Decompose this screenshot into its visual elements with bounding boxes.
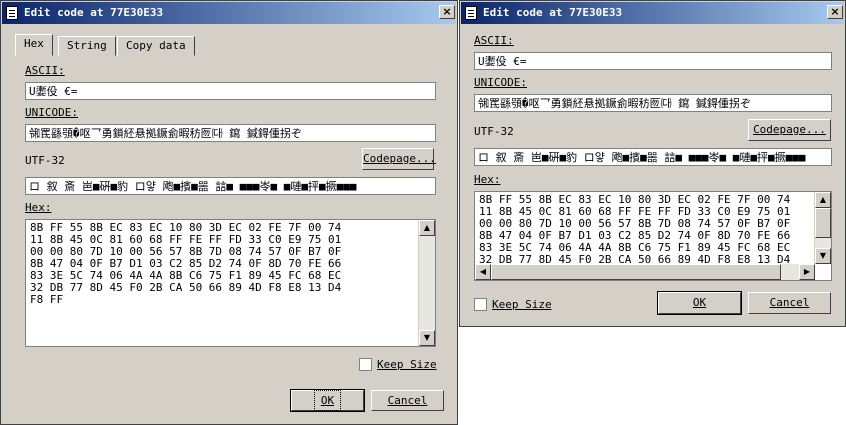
arrow-up-icon: ▲ [423, 223, 431, 232]
app-icon [465, 6, 477, 20]
hex-vertical-scrollbar[interactable]: ▲ ▼ [418, 220, 435, 346]
ascii-field[interactable]: U嬱伇 €= [25, 82, 436, 100]
close-icon: × [830, 5, 840, 18]
codepage-button[interactable]: Codepage... [362, 148, 436, 170]
close-button[interactable]: × [439, 5, 455, 19]
ok-button[interactable]: OK [657, 291, 742, 315]
close-button[interactable]: × [827, 5, 843, 19]
ok-button[interactable]: OK [290, 389, 365, 412]
arrow-left-icon: ◀ [479, 267, 487, 276]
unicode-field[interactable]: ㋿䍕繇䪽�呕乛勇鎖䋔悬拠鐝侴暇䄱匢㈐ 䥱 鍼鍀偅拐ぞ [25, 124, 436, 142]
arrow-up-icon: ▲ [819, 195, 827, 204]
keep-size-checkbox[interactable] [359, 358, 372, 371]
hex-label: Hex: [474, 173, 501, 186]
scroll-up-button[interactable]: ▲ [419, 220, 435, 236]
arrow-down-icon: ▼ [819, 251, 827, 260]
keep-size-label: Keep Size [377, 358, 437, 371]
arrow-right-icon: ▶ [803, 267, 811, 276]
utf32-field[interactable]: ロ 叙 斎 岜■硏■豹 ロ얗 飑■擯■噐 誩■ ■■■岺■ ■嗹■抨■撅■■■ [25, 177, 436, 195]
scroll-right-button[interactable]: ▶ [799, 264, 815, 280]
unicode-label: UNICODE: [25, 106, 78, 119]
scroll-up-button[interactable]: ▲ [815, 192, 831, 208]
tab-string[interactable]: String [58, 36, 116, 56]
ascii-label: ASCII: [474, 34, 514, 47]
dialog-title: Edit code at 77E30E33 [24, 6, 164, 19]
hex-text: 8B FF 55 8B EC 83 EC 10 80 3D EC 02 FE 7… [30, 221, 342, 306]
utf32-label: UTF-32 [474, 125, 514, 138]
keep-size-label: Keep Size [492, 298, 552, 311]
hex-label: Hex: [25, 201, 52, 214]
ascii-field[interactable]: U嬱伇 €= [474, 52, 832, 70]
utf32-field[interactable]: ロ 叙 斎 岜■硏■豹 ロ얗 飑■擯■噐 誩■ ■■■岺■ ■嗹■抨■撅■■■ [474, 148, 832, 166]
unicode-label: UNICODE: [474, 76, 527, 89]
dialog-title: Edit code at 77E30E33 [483, 6, 623, 19]
ascii-label: ASCII: [25, 64, 65, 77]
hex-horizontal-scrollbar[interactable]: ◀ ▶ [475, 264, 815, 280]
cancel-button[interactable]: Cancel [748, 292, 831, 314]
scroll-left-button[interactable]: ◀ [475, 264, 491, 280]
cancel-button[interactable]: Cancel [371, 390, 444, 411]
title-bar[interactable]: Edit code at 77E30E33 × [461, 2, 844, 24]
title-bar[interactable]: Edit code at 77E30E33 × [2, 2, 456, 24]
edit-code-dialog-right: Edit code at 77E30E33 × ASCII: U嬱伇 €= UN… [459, 0, 846, 327]
close-icon: × [442, 5, 452, 18]
scroll-down-button[interactable]: ▼ [419, 330, 435, 346]
arrow-down-icon: ▼ [423, 333, 431, 342]
horizontal-scroll-thumb[interactable] [491, 264, 781, 280]
hex-vertical-scrollbar[interactable]: ▲ ▼ [814, 192, 831, 264]
app-icon [6, 6, 18, 20]
hex-editor[interactable]: 8B FF 55 8B EC 83 EC 10 80 3D EC 02 FE 7… [474, 191, 832, 281]
utf32-label: UTF-32 [25, 154, 65, 167]
codepage-button[interactable]: Codepage... [748, 119, 831, 141]
keep-size-checkbox[interactable] [474, 298, 487, 311]
hex-text: 8B FF 55 8B EC 83 EC 10 80 3D EC 02 FE 7… [479, 193, 791, 266]
edit-code-dialog-left: Edit code at 77E30E33 × Hex String Copy … [0, 0, 458, 425]
tab-hex[interactable]: Hex [15, 34, 53, 56]
hex-editor[interactable]: 8B FF 55 8B EC 83 EC 10 80 3D EC 02 FE 7… [25, 219, 436, 347]
scroll-down-button[interactable]: ▼ [815, 248, 831, 264]
unicode-field[interactable]: ㋿䍕繇䪽�呕乛勇鎖䋔悬拠鐝侴暇䄱匢㈐ 䥱 鍼鍀偅拐ぞ [474, 94, 832, 112]
tab-copy-data[interactable]: Copy data [117, 36, 195, 56]
vertical-scroll-thumb[interactable] [815, 208, 831, 238]
